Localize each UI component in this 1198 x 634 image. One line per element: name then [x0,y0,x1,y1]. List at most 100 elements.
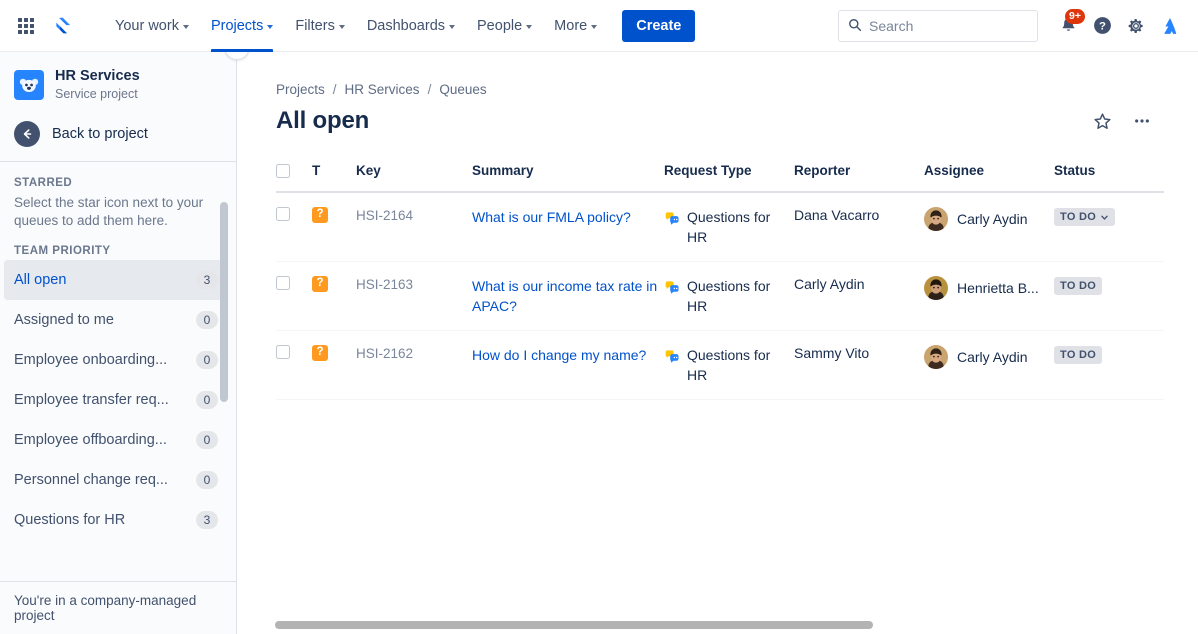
notifications-button[interactable]: 9+ [1052,10,1084,42]
issue-key-link[interactable]: HSI-2163 [356,277,413,292]
nav-item-people[interactable]: People [466,0,543,52]
speech-bubbles-icon [664,348,680,364]
question-request-type-icon: ? [312,207,328,223]
breadcrumb-item-queues[interactable]: Queues [439,82,486,97]
header-request-type[interactable]: Request Type [664,163,794,192]
status-badge[interactable]: TO DO [1054,277,1102,295]
row-checkbox[interactable] [276,207,290,221]
request-type-label: Questions for HR [687,276,794,316]
table-row[interactable]: ? HSI-2162 How do I change my name? [276,331,1164,400]
row-type-cell: ? [312,192,356,262]
sidebar-item-assigned-to-me[interactable]: Assigned to me 0 [4,300,228,340]
breadcrumb-item-projects[interactable]: Projects [276,82,325,97]
sidebar-item-all-open[interactable]: All open 3 [4,260,228,300]
table-header: T Key Summary Request Type Reporter Assi… [276,163,1164,192]
gear-icon[interactable] [1120,10,1152,42]
chevron-down-icon [526,25,532,29]
search-icon [848,18,862,37]
sidebar-item-employee-offboarding[interactable]: Employee offboarding... 0 [4,420,228,460]
table-row[interactable]: ? HSI-2164 What is our FMLA policy? [276,192,1164,262]
horizontal-scrollbar[interactable] [238,618,1198,634]
queue-count: 0 [196,471,218,489]
nav-label: Your work [115,18,179,34]
avatar[interactable] [924,276,948,300]
breadcrumb-separator: / [428,82,432,97]
row-request-type-cell: Questions for HR [664,331,794,400]
issue-summary-link[interactable]: What is our income tax rate in APAC? [472,276,664,316]
row-checkbox[interactable] [276,276,290,290]
issue-summary-link[interactable]: How do I change my name? [472,345,646,365]
chevron-down-icon [449,25,455,29]
nav-item-filters[interactable]: Filters [284,0,355,52]
select-all-checkbox[interactable] [276,164,290,178]
main-content: Projects / HR Services / Queues All open [238,52,1198,634]
header-summary[interactable]: Summary [472,163,664,192]
chevron-down-icon [591,25,597,29]
starred-empty-hint: Select the star icon next to your queues… [0,192,236,240]
avatar[interactable] [924,207,948,231]
queue-count: 3 [196,271,218,289]
atlassian-avatar-icon[interactable] [1154,10,1186,42]
starred-section-heading: STARRED [0,172,236,192]
sidebar-scrollbar[interactable] [220,162,228,581]
create-button[interactable]: Create [622,10,695,42]
row-reporter-cell: Sammy Vito [794,331,924,400]
row-checkbox[interactable] [276,345,290,359]
assignee-name: Henrietta B... [957,280,1039,296]
svg-text:?: ? [1099,21,1106,33]
page-title: All open [276,107,369,135]
breadcrumb-item-hr-services[interactable]: HR Services [345,82,420,97]
project-header[interactable]: HR Services Service project [0,52,236,112]
row-type-cell: ? [312,331,356,400]
row-checkbox-cell [276,192,312,262]
nav-item-projects[interactable]: Projects [200,0,284,52]
chevron-down-icon [267,25,273,29]
sidebar-scrollbar-thumb[interactable] [220,202,228,402]
queue-label: Assigned to me [14,312,114,328]
queue-label: Employee onboarding... [14,352,167,368]
reporter-name: Carly Aydin [794,276,865,292]
project-name: HR Services [55,68,140,85]
avatar[interactable] [924,345,948,369]
issue-summary-link[interactable]: What is our FMLA policy? [472,207,631,227]
status-badge[interactable]: TO DO [1054,208,1115,226]
jira-logo-icon[interactable] [46,10,80,42]
queue-count: 3 [196,511,218,529]
issue-key-link[interactable]: HSI-2164 [356,208,413,223]
row-request-type-cell: Questions for HR [664,262,794,331]
status-badge[interactable]: TO DO [1054,346,1102,364]
table-row[interactable]: ? HSI-2163 What is our income tax rate i… [276,262,1164,331]
sidebar-item-personnel-change[interactable]: Personnel change req... 0 [4,460,228,500]
nav-item-more[interactable]: More [543,0,608,52]
nav-label: Dashboards [367,18,445,34]
search-box[interactable] [838,10,1038,42]
header-key[interactable]: Key [356,163,472,192]
request-type-label: Questions for HR [687,345,794,385]
sidebar-item-questions-for-hr[interactable]: Questions for HR 3 [4,500,228,540]
row-summary-cell: What is our FMLA policy? [472,192,664,262]
chevron-down-icon [183,25,189,29]
header-select-all [276,163,312,192]
sidebar-item-employee-transfer[interactable]: Employee transfer req... 0 [4,380,228,420]
koala-project-avatar-icon [14,70,44,100]
header-assignee[interactable]: Assignee [924,163,1054,192]
horizontal-scrollbar-thumb[interactable] [275,621,873,629]
row-checkbox-cell [276,331,312,400]
help-icon[interactable]: ? [1086,10,1118,42]
issue-key-link[interactable]: HSI-2162 [356,346,413,361]
app-switcher-icon[interactable] [10,10,42,42]
star-outline-icon[interactable] [1086,105,1118,137]
more-options-icon[interactable] [1126,105,1158,137]
nav-item-dashboards[interactable]: Dashboards [356,0,466,52]
row-key-cell: HSI-2164 [356,192,472,262]
back-to-project-link[interactable]: Back to project [0,112,236,161]
nav-item-your-work[interactable]: Your work [104,0,200,52]
header-type[interactable]: T [312,163,356,192]
search-input[interactable] [869,18,1029,34]
sidebar-item-employee-onboarding[interactable]: Employee onboarding... 0 [4,340,228,380]
status-label: TO DO [1060,211,1096,223]
table-body: ? HSI-2164 What is our FMLA policy? [276,192,1164,400]
header-status[interactable]: Status [1054,163,1164,192]
header-reporter[interactable]: Reporter [794,163,924,192]
row-assignee-cell: Carly Aydin [924,331,1054,400]
